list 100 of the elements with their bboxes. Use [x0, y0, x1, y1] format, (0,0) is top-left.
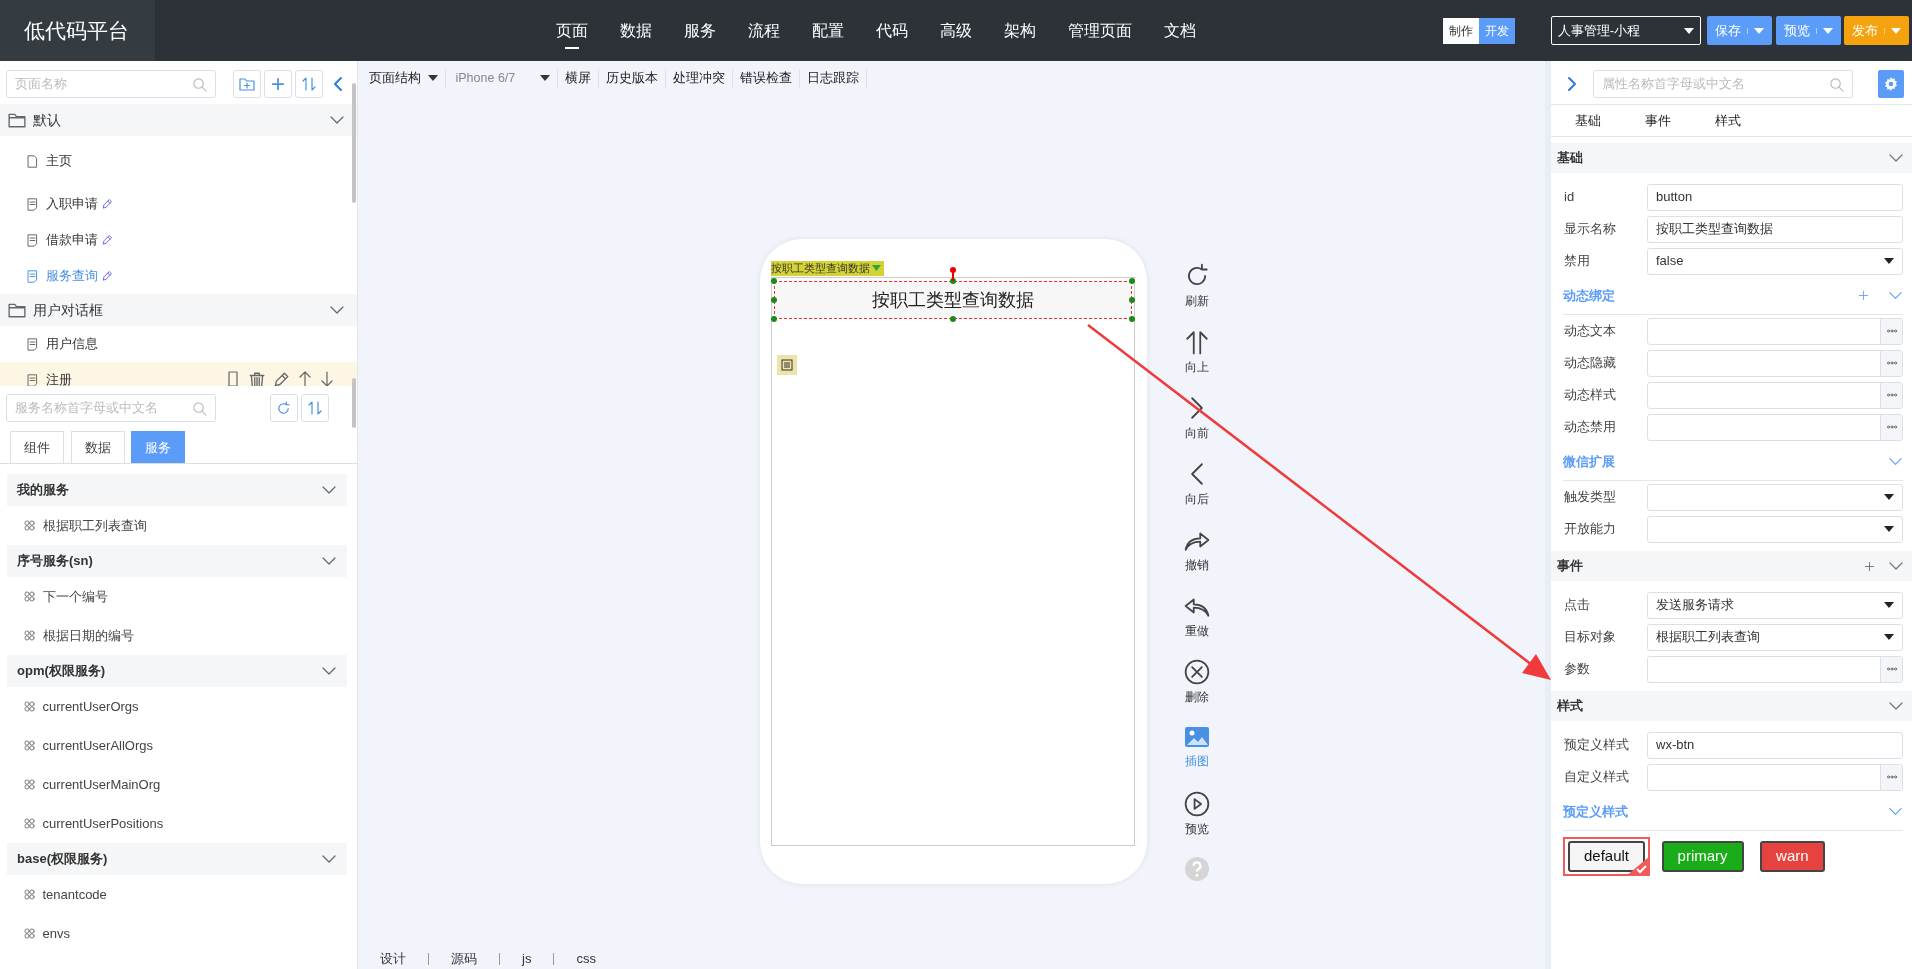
scrollbar-thumb[interactable] — [352, 83, 356, 203]
more-button[interactable] — [1880, 350, 1902, 376]
service-group-header[interactable]: 序号服务(sn) — [7, 545, 347, 577]
property-tab[interactable]: 事件 — [1645, 110, 1715, 131]
more-button[interactable] — [1880, 414, 1902, 440]
toolbar-item[interactable]: 日志跟踪 — [799, 69, 867, 88]
editor-tab[interactable]: 源码 — [429, 953, 500, 965]
tool-button[interactable]: 重做 — [1174, 592, 1220, 659]
refresh-button[interactable] — [269, 394, 298, 422]
select-field[interactable]: false — [1647, 247, 1903, 275]
nav-tab[interactable]: 流程 — [732, 0, 796, 61]
resize-handle[interactable] — [1129, 297, 1135, 304]
nav-tab[interactable]: 管理页面 — [1052, 0, 1148, 61]
section-header[interactable]: 基础 — [1551, 143, 1912, 173]
style-option-button[interactable]: warn — [1760, 841, 1825, 872]
tool-button[interactable]: 向后 — [1174, 460, 1220, 527]
panel-tab[interactable]: 组件 — [10, 431, 64, 463]
tool-button[interactable]: 删除 — [1174, 658, 1220, 725]
sort-button[interactable] — [295, 70, 323, 98]
settings-button[interactable] — [1878, 70, 1904, 98]
property-tab[interactable]: 基础 — [1575, 110, 1645, 131]
add-button[interactable] — [263, 70, 292, 98]
tool-button[interactable]: 预览 — [1174, 790, 1220, 857]
service-item[interactable]: 根据职工列表查询 — [0, 506, 357, 545]
service-item[interactable]: 根据日期的编号 — [0, 616, 357, 655]
service-group-header[interactable]: base(权限服务) — [7, 843, 347, 875]
page-item[interactable]: 入职申请 — [0, 186, 357, 222]
input-field[interactable] — [1647, 413, 1903, 441]
property-tab[interactable]: 样式 — [1715, 110, 1785, 131]
nav-tab[interactable]: 配置 — [796, 0, 860, 61]
nav-tab[interactable]: 架构 — [988, 0, 1052, 61]
component-icon[interactable] — [777, 355, 797, 376]
select-field[interactable]: 根据职工列表查询 — [1647, 623, 1903, 651]
service-item[interactable]: 下一个编号 — [0, 577, 357, 616]
resize-handle[interactable] — [771, 316, 777, 323]
input-field[interactable] — [1647, 381, 1903, 409]
editor-tab[interactable]: css — [554, 953, 618, 965]
project-select[interactable]: 人事管理-小程 — [1550, 16, 1701, 45]
resize-handle[interactable] — [950, 316, 956, 323]
tool-button[interactable]: 刷新 — [1174, 262, 1220, 329]
toolbar-item[interactable]: 页面结构 — [362, 69, 446, 88]
mode-toggle[interactable]: 制作 — [1442, 17, 1479, 44]
text-field[interactable]: 按职工类型查询数据 — [1647, 215, 1903, 243]
canvas-button[interactable]: 按职工类型查询数据 — [774, 281, 1132, 320]
select-field[interactable] — [1647, 515, 1903, 543]
service-item[interactable]: currentUserAllOrgs — [0, 726, 357, 765]
panel-tab[interactable]: 数据 — [70, 431, 125, 463]
page-item[interactable]: 借款申请 — [0, 222, 357, 258]
service-item[interactable]: currentUserOrgs — [0, 687, 357, 726]
tool-button[interactable]: 向前 — [1174, 394, 1220, 461]
select-field[interactable] — [1647, 483, 1903, 511]
nav-tab[interactable]: 数据 — [604, 0, 668, 61]
resize-handle[interactable] — [771, 278, 777, 285]
page-item[interactable]: 主页 — [0, 136, 357, 186]
tool-button[interactable]: 向上 — [1174, 328, 1220, 395]
input-field[interactable] — [1647, 349, 1903, 377]
toolbar-item[interactable]: 历史版本 — [598, 69, 666, 88]
nav-tab[interactable]: 高级 — [924, 0, 988, 61]
new-folder-button[interactable] — [232, 70, 261, 98]
resize-handle[interactable] — [950, 278, 956, 285]
more-button[interactable] — [1880, 656, 1902, 682]
service-item[interactable]: envs — [0, 914, 357, 953]
more-button[interactable] — [1880, 382, 1902, 408]
select-field[interactable]: 发送服务请求 — [1647, 591, 1903, 619]
nav-tab[interactable]: 代码 — [860, 0, 924, 61]
service-item[interactable]: currentUserPositions — [0, 804, 357, 843]
toolbar-item[interactable]: 错误检查 — [732, 69, 800, 88]
toolbar-item[interactable]: 横屏 — [557, 69, 599, 88]
editor-tab[interactable]: 设计 — [358, 953, 429, 965]
text-field[interactable]: button — [1647, 183, 1903, 211]
service-item[interactable]: currentUserMainOrg — [0, 765, 357, 804]
nav-tab[interactable]: 文档 — [1148, 0, 1212, 61]
more-button[interactable] — [1880, 318, 1902, 344]
text-field[interactable]: wx-btn — [1647, 731, 1903, 759]
style-option-button[interactable]: default — [1568, 841, 1646, 872]
scrollbar-thumb[interactable] — [352, 378, 356, 428]
input-field[interactable] — [1647, 317, 1903, 345]
component-tag[interactable]: 按职工类型查询数据 — [771, 260, 884, 276]
input-field[interactable] — [1647, 655, 1903, 683]
service-group-header[interactable]: 我的服务 — [7, 474, 347, 506]
folder-row[interactable]: 默认 — [0, 104, 357, 136]
service-group-header[interactable]: opm(权限服务) — [7, 655, 347, 687]
tool-button[interactable]: 撤销 — [1174, 526, 1220, 593]
input-field[interactable] — [1647, 763, 1903, 791]
editor-tab[interactable]: js — [500, 953, 555, 965]
resize-handle[interactable] — [771, 297, 777, 304]
resize-handle[interactable] — [1129, 316, 1135, 323]
section-header[interactable]: 样式 — [1551, 691, 1912, 721]
page-item[interactable]: 用户信息 — [0, 326, 357, 362]
more-button[interactable] — [1880, 764, 1902, 790]
nav-tab[interactable]: 页面 — [540, 0, 604, 61]
toolbar-item[interactable]: 处理冲突 — [665, 69, 733, 88]
folder-row[interactable]: 用户对话框 — [0, 294, 357, 326]
section-header[interactable]: 事件 — [1551, 551, 1912, 581]
sort-button[interactable] — [300, 394, 329, 422]
page-item[interactable]: 注册 — [0, 362, 357, 386]
nav-tab[interactable]: 服务 — [668, 0, 732, 61]
resize-handle[interactable] — [1129, 278, 1135, 285]
rotate-handle[interactable] — [949, 267, 957, 282]
service-item[interactable]: tenantcode — [0, 875, 357, 914]
